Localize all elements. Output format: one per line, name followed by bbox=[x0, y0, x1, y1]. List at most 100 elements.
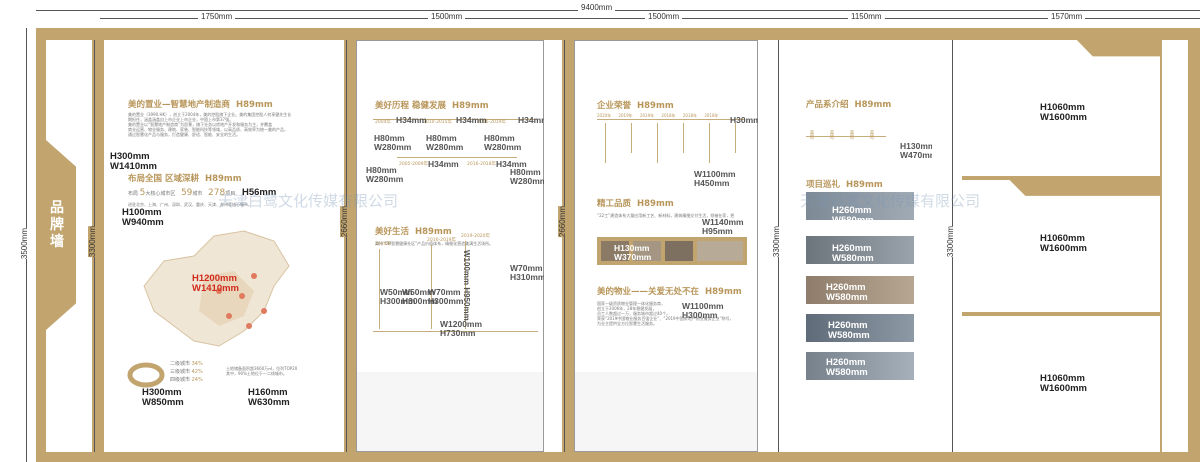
height-label-2660-b: 2660mm bbox=[558, 206, 567, 238]
width-label-3: 1500mm bbox=[645, 12, 683, 21]
measure-h30: H30mm bbox=[730, 115, 761, 125]
width-label-2: 1500mm bbox=[428, 12, 466, 21]
intro-text: 美的置业（3990.HK），创立于2004年，美的控股旗下企业。美的集团控股人何… bbox=[128, 112, 322, 137]
city-marker bbox=[246, 323, 252, 329]
honor-year: 2020年 bbox=[597, 113, 612, 118]
measure-layout-w: W940mm bbox=[122, 217, 164, 228]
section-title-quality: 精工品质 H89mm bbox=[597, 199, 674, 209]
measure-photo-w: W580mm bbox=[826, 367, 868, 378]
honor-column bbox=[683, 123, 684, 153]
donut-chart bbox=[127, 362, 165, 388]
stats-prefix: 布局 bbox=[128, 191, 139, 197]
measure-photo-w: W580mm bbox=[828, 330, 870, 341]
legend-item: 二级城市 34% bbox=[170, 361, 203, 367]
section-title-honors: 企业荣誉 H89mm bbox=[597, 101, 674, 111]
section-title-projects: 项目巡礼 H89mm bbox=[806, 180, 883, 190]
legend-item: 三级城市 42% bbox=[170, 369, 203, 375]
history-year-5: 2016-2018年 bbox=[467, 162, 497, 167]
legend-item: 四级城市 24% bbox=[170, 377, 203, 383]
brand-wall-label: 品牌墙 bbox=[50, 200, 64, 250]
panel-separator bbox=[544, 40, 562, 452]
box-1-w: W1600mm bbox=[1040, 112, 1087, 123]
total-dimension-line bbox=[36, 10, 1200, 11]
section-title-products: 产品系介绍 H89mm bbox=[806, 100, 892, 110]
measure-bottom-w: W630mm bbox=[248, 397, 290, 408]
intro-text-line: 通过智慧化产品与服务，打造健康、舒适、智能、安全的生活。 bbox=[128, 132, 240, 137]
stat-core-regions-unit: 大核心城市区 bbox=[145, 191, 176, 197]
measure-w280-b: W280mm bbox=[426, 142, 464, 152]
measure-h95: H95mm bbox=[702, 226, 733, 236]
panel-honors-lower bbox=[575, 372, 757, 451]
right-edge-strip bbox=[1162, 40, 1188, 452]
honor-year: 2019年 bbox=[639, 113, 655, 118]
box-3-w: W1600mm bbox=[1040, 383, 1087, 394]
city-marker bbox=[226, 313, 232, 319]
honors-timeline bbox=[597, 119, 745, 120]
measure-w280-c: W280mm bbox=[484, 142, 522, 152]
honors-years: 2020年 2019年 2019年 2018年 2018年 2018年 bbox=[597, 113, 719, 119]
measure-intro-w: W1410mm bbox=[110, 161, 157, 172]
land-reserve-text: 土地储备面积超3660万㎡，位列TOP20 其中，90%土地位于一二线城市。 bbox=[226, 366, 322, 376]
section-title-property: 美的物业——关爱无处不在 H89mm bbox=[597, 287, 742, 297]
measure-h34-a: H34mm bbox=[396, 115, 427, 125]
history-line-2 bbox=[397, 157, 517, 158]
life-year-3: 2019-2020年 bbox=[461, 234, 491, 239]
donut-ring bbox=[127, 362, 165, 388]
watermark-right: 天津白鹭文化传媒有限公司 bbox=[800, 192, 981, 210]
height-total-label: 3500mm bbox=[20, 228, 29, 260]
legend-list: 二级城市 34% 三级城市 42% 四级城市 24% bbox=[170, 360, 203, 384]
measure-h34-b: H34mm bbox=[456, 115, 487, 125]
measure-photo-w: W580mm bbox=[826, 292, 868, 303]
city-marker bbox=[261, 308, 267, 314]
series-line bbox=[806, 136, 886, 137]
section-title-layout: 布局全国 区域深耕 H89mm bbox=[128, 174, 242, 184]
measure-h310: H310mm bbox=[510, 272, 546, 282]
measure-donut-w: W850mm bbox=[142, 397, 184, 408]
quality-photo bbox=[665, 241, 693, 261]
history-year-2: 2010-2015年 bbox=[423, 120, 453, 125]
city-marker bbox=[239, 293, 245, 299]
watermark-left: 天津白鹭文化传媒有限公司 bbox=[218, 192, 399, 210]
land-reserve-line: 其中，90%土地位于一二线城市。 bbox=[226, 371, 287, 376]
measure-map-w: W1410mm bbox=[192, 283, 239, 294]
honor-column bbox=[709, 123, 710, 163]
series-item-1: 美的· bbox=[809, 130, 814, 141]
life-text: 秉持“5M智慧健康社区”产品价值体系，精细化营造美满生活场所。 bbox=[375, 241, 494, 246]
measure-h300-d: H300mm bbox=[682, 310, 718, 320]
measure-photo-w: W580mm bbox=[832, 215, 874, 226]
honor-column bbox=[735, 123, 736, 153]
height-label-3300-a: 3300mm bbox=[772, 226, 781, 258]
history-year-1: 2004年 bbox=[375, 120, 391, 125]
measure-photo-w: W580mm bbox=[832, 253, 874, 264]
measure-h450: H450mm bbox=[694, 178, 730, 188]
measure-w280-a: W280mm bbox=[374, 142, 412, 152]
property-text-line: 为业主提供全方位智慧生活服务。 bbox=[597, 321, 657, 326]
life-year-1: 2014年 bbox=[375, 242, 391, 247]
series-item-4: 美的· bbox=[869, 130, 874, 141]
section-title-intro: 美的置业—智慧地产制造商 H89mm bbox=[128, 100, 273, 110]
honor-year: 2018年 bbox=[704, 113, 719, 118]
section-title-life: 美好生活 H89mm bbox=[375, 227, 452, 237]
width-label-5: 1570mm bbox=[1048, 12, 1086, 21]
measure-h730: H730mm bbox=[440, 328, 476, 338]
dim-line-2660-a bbox=[346, 40, 347, 452]
width-label-1: 1750mm bbox=[198, 12, 236, 21]
property-text: 国家一级资质物业管理一体化服务商， 创立于2006年，28年稳健发展， 员工人数… bbox=[597, 301, 755, 326]
panel-separator bbox=[326, 40, 344, 452]
box-2-w: W1600mm bbox=[1040, 243, 1087, 254]
series-item-2: 美的· bbox=[829, 130, 834, 141]
measure-h300-c: H300mm bbox=[428, 296, 464, 306]
honor-year: 2019年 bbox=[618, 113, 633, 118]
quality-photo bbox=[697, 241, 743, 261]
honor-column bbox=[631, 123, 632, 153]
honor-column bbox=[605, 123, 606, 163]
left-panel-dim-label: 3300mm bbox=[88, 226, 97, 258]
honor-column bbox=[657, 123, 658, 163]
stat-cities-unit: 城市 bbox=[192, 191, 203, 197]
height-label-3300-b: 3300mm bbox=[946, 226, 955, 258]
total-dimension-label: 9400mm bbox=[578, 3, 616, 12]
measure-h34-d: H34mm bbox=[428, 159, 459, 169]
measure-w280-d: W280mm bbox=[366, 174, 404, 184]
honor-year: 2018年 bbox=[682, 113, 698, 118]
life-year-2: 2016-2019年 bbox=[427, 238, 457, 243]
